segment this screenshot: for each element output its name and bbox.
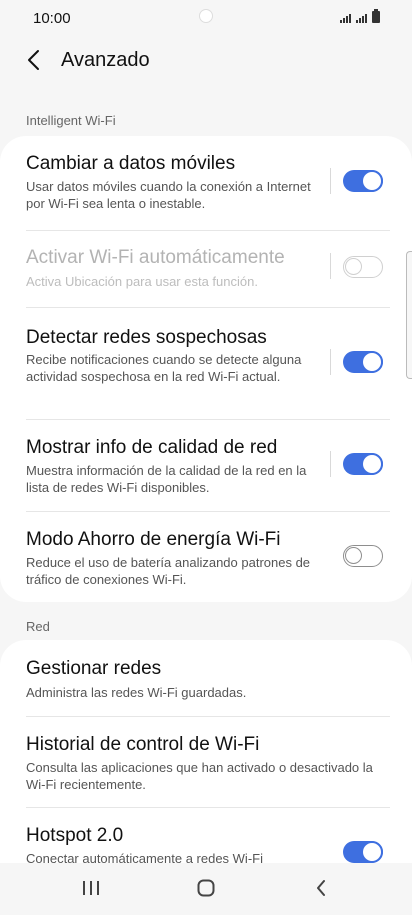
nav-back-button[interactable] <box>304 877 338 899</box>
setting-row-wifi-history[interactable]: Historial de control de Wi-Fi Consulta l… <box>0 717 412 807</box>
row-divider <box>330 349 331 375</box>
setting-row-auto-wifi[interactable]: Activar Wi-Fi automáticamente Activa Ubi… <box>0 231 412 307</box>
cell-signal-icon <box>356 14 367 23</box>
setting-title: Detectar redes sospechosas <box>26 327 267 348</box>
section-header-red: Red <box>26 619 50 634</box>
app-bar: Avanzado <box>0 36 412 84</box>
setting-subtitle: Muestra información de la calidad de la … <box>26 463 307 495</box>
setting-subtitle: Reduce el uso de batería analizando patr… <box>26 555 311 587</box>
page-title: Avanzado <box>61 49 150 71</box>
toggle-detect-suspicious[interactable] <box>343 351 383 373</box>
back-button[interactable] <box>18 44 50 76</box>
setting-title: Modo Ahorro de energía Wi-Fi <box>26 529 281 550</box>
chevron-left-icon <box>28 50 39 70</box>
setting-row-manage-networks[interactable]: Gestionar redes Administra las redes Wi-… <box>0 640 412 720</box>
setting-row-detect-suspicious[interactable]: Detectar redes sospechosas Recibe notifi… <box>0 308 412 419</box>
setting-title: Historial de control de Wi-Fi <box>26 734 260 755</box>
setting-row-network-quality[interactable]: Mostrar info de calidad de red Muestra i… <box>0 420 412 511</box>
recents-button[interactable] <box>74 877 108 899</box>
row-divider <box>330 451 331 477</box>
row-divider <box>330 253 331 279</box>
setting-row-switch-to-mobile-data[interactable]: Cambiar a datos móviles Usar datos móvil… <box>0 136 412 231</box>
toggle-hotspot[interactable] <box>343 841 383 863</box>
setting-subtitle: Activa Ubicación para usar esta función. <box>26 274 258 289</box>
section-header-intelligent-wifi: Intelligent Wi-Fi <box>26 113 116 128</box>
setting-subtitle: Recibe notificaciones cuando se detecte … <box>26 352 302 384</box>
setting-row-hotspot[interactable]: Hotspot 2.0 Conectar automáticamente a r… <box>0 808 412 863</box>
home-icon <box>197 879 215 897</box>
setting-subtitle: Usar datos móviles cuando la conexión a … <box>26 179 311 211</box>
setting-title: Cambiar a datos móviles <box>26 153 236 174</box>
navigation-bar <box>0 863 412 915</box>
nav-back-icon <box>317 880 325 896</box>
setting-title: Gestionar redes <box>26 658 162 679</box>
setting-title: Mostrar info de calidad de red <box>26 437 278 458</box>
home-button[interactable] <box>189 877 223 899</box>
battery-icon <box>372 9 380 23</box>
recents-icon <box>83 881 99 895</box>
setting-subtitle: Conectar automáticamente a redes Wi-Fi <box>26 851 263 863</box>
setting-title: Hotspot 2.0 <box>26 825 124 846</box>
scrollbar[interactable] <box>406 251 412 379</box>
wifi-signal-icon <box>340 14 351 23</box>
setting-subtitle: Administra las redes Wi-Fi guardadas. <box>26 685 247 700</box>
toggle-network-quality[interactable] <box>343 453 383 475</box>
status-time: 10:00 <box>33 9 71 27</box>
camera-cutout <box>199 9 213 23</box>
toggle-power-saving[interactable] <box>343 545 383 567</box>
toggle-switch-to-mobile-data[interactable] <box>343 170 383 192</box>
setting-subtitle: Consulta las aplicaciones que han activa… <box>26 760 373 792</box>
setting-row-power-saving[interactable]: Modo Ahorro de energía Wi-Fi Reduce el u… <box>0 512 412 602</box>
setting-title: Activar Wi-Fi automáticamente <box>26 247 285 268</box>
row-divider <box>330 168 331 194</box>
status-icons <box>340 9 380 23</box>
toggle-auto-wifi[interactable] <box>343 256 383 278</box>
